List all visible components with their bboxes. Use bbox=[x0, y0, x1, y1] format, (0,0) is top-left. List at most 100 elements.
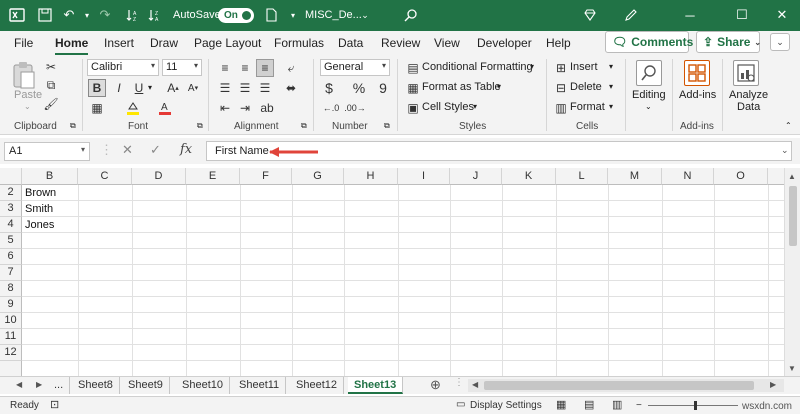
analyze-data-label-2[interactable]: Data bbox=[737, 101, 760, 113]
column-header[interactable]: N bbox=[662, 168, 714, 185]
scroll-left-icon[interactable]: ◀ bbox=[472, 380, 478, 389]
chevron-down-icon[interactable]: ⌄ bbox=[645, 102, 652, 111]
vertical-scrollbar[interactable]: ▲ ▼ bbox=[784, 168, 800, 376]
column-header[interactable]: I bbox=[398, 168, 450, 185]
column-header[interactable]: B bbox=[22, 168, 78, 185]
column-header[interactable]: F bbox=[240, 168, 292, 185]
decrease-decimal-icon[interactable]: .00→ bbox=[344, 99, 366, 117]
analyze-data-label-1[interactable]: Analyze bbox=[729, 89, 768, 101]
tab-formulas[interactable]: Formulas bbox=[274, 36, 324, 50]
add-ins-icon[interactable] bbox=[684, 60, 710, 86]
share-button[interactable]: ⇪ Share ⌄ bbox=[696, 31, 761, 53]
font-name-select[interactable]: Calibri ▾ bbox=[87, 59, 159, 76]
row-header[interactable]: 12 bbox=[0, 345, 22, 361]
column-header[interactable] bbox=[768, 168, 784, 185]
sheet-tab[interactable]: Sheet9 bbox=[122, 377, 170, 394]
currency-icon[interactable]: $ bbox=[320, 79, 338, 97]
sheet-tab-active[interactable]: Sheet13 bbox=[348, 377, 404, 394]
tab-review[interactable]: Review bbox=[381, 36, 420, 50]
chevron-down-icon[interactable]: ▾ bbox=[609, 62, 613, 71]
row-header[interactable]: 10 bbox=[0, 313, 22, 329]
chevron-down-icon[interactable]: ▾ bbox=[609, 102, 613, 111]
delete-button[interactable]: Delete bbox=[570, 81, 602, 93]
cancel-entry-icon[interactable]: ✕ bbox=[122, 142, 133, 161]
fill-color-icon[interactable] bbox=[124, 99, 142, 117]
sheet-tab[interactable]: Sheet8 bbox=[72, 377, 120, 394]
minimize-icon[interactable]: ─ bbox=[678, 5, 702, 25]
underline-button[interactable]: U bbox=[130, 79, 148, 97]
row-header[interactable]: 4 bbox=[0, 217, 22, 233]
borders-icon[interactable]: ▦ bbox=[88, 99, 106, 117]
analyze-data-icon[interactable] bbox=[733, 60, 759, 86]
close-icon[interactable]: ✕ bbox=[770, 5, 794, 25]
zoom-slider-handle[interactable] bbox=[694, 401, 697, 410]
filename-dropdown-icon[interactable]: ⌄ bbox=[356, 6, 374, 24]
cell-b4[interactable]: Jones bbox=[25, 217, 54, 233]
comma-style-icon[interactable]: 9 bbox=[374, 79, 392, 97]
next-sheet-icon[interactable]: ▶ bbox=[36, 380, 42, 389]
editing-search-icon[interactable] bbox=[636, 60, 662, 86]
add-sheet-icon[interactable]: ⊕ bbox=[430, 377, 441, 393]
accessibility-icon[interactable]: ⊡ bbox=[50, 398, 59, 411]
horizontal-scrollbar[interactable]: ◀ ▶ bbox=[468, 379, 784, 392]
insert-function-button[interactable]: fx bbox=[180, 142, 192, 161]
zoom-out-icon[interactable]: − bbox=[636, 400, 642, 411]
ribbon-collapse-caret-icon[interactable]: ⌃ bbox=[785, 121, 792, 130]
page-break-view-icon[interactable]: ▥ bbox=[612, 398, 622, 411]
column-header[interactable]: D bbox=[132, 168, 186, 185]
paste-label[interactable]: Paste bbox=[14, 89, 42, 101]
row-header[interactable]: 2 bbox=[0, 185, 22, 201]
autosave-toggle[interactable]: On bbox=[218, 8, 254, 23]
normal-view-icon[interactable]: ▦ bbox=[556, 398, 566, 411]
tab-splitter-icon[interactable]: ⋮ bbox=[454, 377, 464, 388]
format-button[interactable]: Format bbox=[570, 101, 605, 113]
tab-data[interactable]: Data bbox=[338, 36, 363, 50]
increase-indent-icon[interactable]: ⇥ bbox=[236, 99, 254, 117]
font-size-select[interactable]: 11 ▾ bbox=[162, 59, 202, 76]
column-header[interactable]: M bbox=[608, 168, 662, 185]
cell-b2[interactable]: Brown bbox=[25, 185, 56, 201]
file-name[interactable]: MISC_De... bbox=[305, 9, 362, 21]
align-bottom-icon[interactable]: ≡ bbox=[256, 59, 274, 77]
align-top-icon[interactable]: ≡ bbox=[216, 59, 234, 77]
format-as-table-button[interactable]: Format as Table bbox=[422, 81, 501, 93]
search-icon[interactable] bbox=[402, 6, 420, 24]
pen-icon[interactable] bbox=[622, 6, 640, 24]
sheet-overflow[interactable]: ... bbox=[48, 377, 71, 394]
more-commands-icon[interactable]: ▾ bbox=[284, 6, 302, 24]
bold-button[interactable]: B bbox=[88, 79, 106, 97]
paste-dropdown-icon[interactable]: ⌄ bbox=[24, 102, 31, 111]
column-header[interactable]: H bbox=[344, 168, 398, 185]
column-header[interactable]: K bbox=[502, 168, 556, 185]
editing-button[interactable]: Editing bbox=[632, 89, 666, 101]
paste-icon[interactable] bbox=[11, 61, 37, 89]
cell-b3[interactable]: Smith bbox=[25, 201, 53, 217]
row-header[interactable]: 11 bbox=[0, 329, 22, 345]
column-header[interactable]: J bbox=[450, 168, 502, 185]
column-header[interactable]: L bbox=[556, 168, 608, 185]
redo-icon[interactable]: ↷ bbox=[96, 6, 114, 24]
number-launcher-icon[interactable]: ⧉ bbox=[384, 121, 390, 131]
number-format-select[interactable]: General ▾ bbox=[320, 59, 390, 76]
sheet-tab[interactable]: Sheet10 bbox=[176, 377, 230, 394]
alignment-launcher-icon[interactable]: ⧉ bbox=[301, 121, 307, 131]
column-header[interactable]: G bbox=[292, 168, 344, 185]
maximize-icon[interactable]: ☐ bbox=[730, 5, 754, 25]
chevron-down-icon[interactable]: ▾ bbox=[530, 62, 534, 71]
conditional-formatting-button[interactable]: Conditional Formatting bbox=[422, 61, 533, 73]
column-header[interactable]: O bbox=[714, 168, 768, 185]
row-header[interactable]: 8 bbox=[0, 281, 22, 297]
chevron-down-icon[interactable]: ▾ bbox=[497, 82, 501, 91]
sort-ascending-icon[interactable]: AZ bbox=[124, 6, 142, 24]
share-dropdown-icon[interactable]: ⌄ bbox=[754, 38, 761, 47]
cut-icon[interactable]: ✂ bbox=[42, 58, 60, 76]
display-settings-button[interactable]: Display Settings bbox=[470, 400, 542, 411]
row-header[interactable]: 6 bbox=[0, 249, 22, 265]
save-icon[interactable] bbox=[36, 6, 54, 24]
align-right-icon[interactable]: ☰ bbox=[256, 79, 274, 97]
column-header[interactable]: E bbox=[186, 168, 240, 185]
chevron-down-icon[interactable]: ▾ bbox=[473, 102, 477, 111]
column-header[interactable]: C bbox=[78, 168, 132, 185]
align-middle-icon[interactable]: ≡ bbox=[236, 59, 254, 77]
row-header[interactable] bbox=[0, 361, 22, 376]
